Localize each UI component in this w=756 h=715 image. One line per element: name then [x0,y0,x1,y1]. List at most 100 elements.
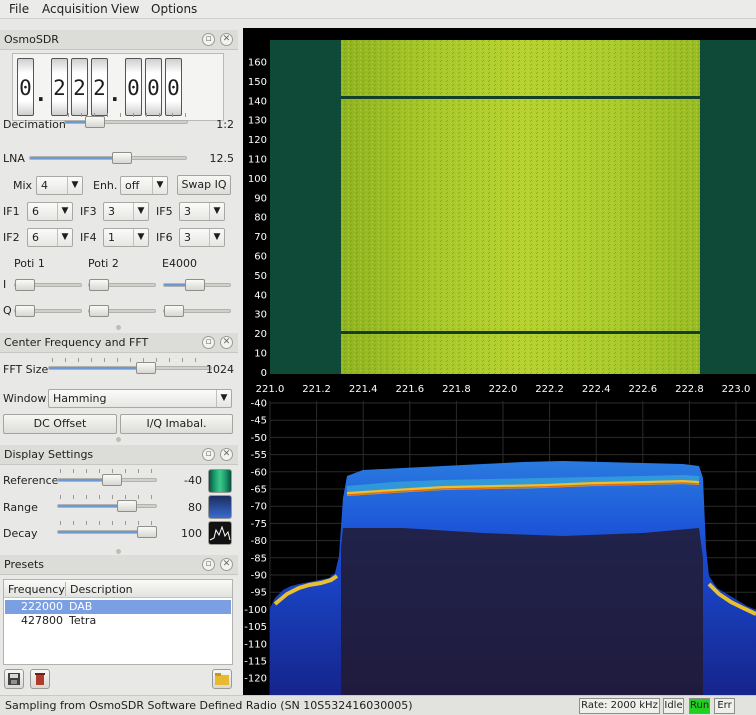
window-select[interactable]: Hamming ▼ [48,389,232,408]
freq-digit[interactable]: 0 [145,58,162,116]
swap-iq-button[interactable]: Swap IQ [177,175,231,195]
spectrum-y-tick-label: -50 [251,433,267,444]
close-icon[interactable]: ✕ [220,448,233,461]
spectrum-fill-icon[interactable] [208,495,232,519]
spectrum-floor-shadow [341,528,703,695]
column-divider [65,582,66,596]
window-label: Window [3,392,47,405]
freq-digit[interactable]: 2 [51,58,68,116]
dc-offset-button[interactable]: DC Offset [3,414,117,434]
close-icon[interactable]: ✕ [220,558,233,571]
iq-imbalance-button[interactable]: I/Q Imabal. [120,414,233,434]
delete-icon[interactable] [30,669,50,689]
if6-select[interactable]: 3 ▼ [179,228,225,247]
if2-select[interactable]: 6 ▼ [27,228,73,247]
preset-row[interactable]: 222000 DAB [5,600,231,614]
spectrum-y-tick-label: -45 [251,416,267,427]
enh-select-value: off [125,179,140,192]
freq-digit[interactable]: 0 [165,58,182,116]
presets-dock-title-bar[interactable]: Presets ▫ ✕ [0,555,238,575]
menu-file[interactable]: File [9,2,29,16]
save-icon[interactable] [4,669,24,689]
range-slider-handle[interactable] [117,500,137,512]
lna-slider-fill [30,157,123,159]
waterfall-y-tick-label: 100 [248,174,267,185]
if4-label: IF4 [80,231,97,244]
splitter-grip[interactable] [116,549,121,554]
if4-select[interactable]: 1 ▼ [103,228,149,247]
spectrum-line-icon[interactable] [208,521,232,545]
waterfall-x-tick-label: 221.4 [349,384,378,395]
float-icon[interactable]: ▫ [202,336,215,349]
mix-select[interactable]: 4 ▼ [36,176,83,195]
splitter-grip[interactable] [116,437,121,442]
menu-acquisition[interactable]: Acquisition [42,2,108,16]
range-value: 80 [188,501,202,514]
poti2-i-handle[interactable] [89,279,109,291]
waterfall-dropout-line [341,96,700,99]
decimation-slider[interactable] [64,120,188,124]
presets-table: Frequency Description 222000 DAB 427800 … [3,579,233,665]
waterfall-colormap-icon[interactable] [208,469,232,493]
display-dock-title-bar[interactable]: Display Settings ▫ ✕ [0,445,238,465]
preset-row[interactable]: 427800 Tetra [5,614,231,628]
freq-digit[interactable]: 0 [17,58,34,116]
waterfall-y-tick-label: 60 [254,252,267,263]
waterfall-y-tick-label: 40 [254,290,267,301]
poti1-q-handle[interactable] [15,305,35,317]
spectrum-y-tick-label: -55 [251,450,267,461]
row-q-label: Q [3,304,12,317]
float-icon[interactable]: ▫ [202,558,215,571]
sample-rate-indicator: Rate: 2000 kHz [579,698,660,714]
decimation-slider-handle[interactable] [85,116,105,128]
poti1-i-handle[interactable] [15,279,35,291]
frequency-display: 0 . 2 2 2 . 0 0 0 [12,53,224,121]
center-dock-title-bar[interactable]: Center Frequency and FFT ▫ ✕ [0,333,238,353]
poti2-q-handle[interactable] [89,305,109,317]
range-slider[interactable] [57,504,157,508]
if3-select[interactable]: 3 ▼ [103,202,149,221]
menu-view[interactable]: View [111,2,139,16]
freq-digit[interactable]: 0 [125,58,142,116]
if1-select[interactable]: 6 ▼ [27,202,73,221]
waterfall-y-tick-label: 90 [254,193,267,204]
waterfall-noise-left [270,40,341,374]
freq-digit[interactable]: 2 [71,58,88,116]
close-icon[interactable]: ✕ [220,336,233,349]
column-description[interactable]: Description [70,583,133,596]
osmosdr-dock-title-bar[interactable]: OsmoSDR ▫ ✕ [0,30,238,50]
e4000-i-handle[interactable] [185,279,205,291]
e4000-q-handle[interactable] [164,305,184,317]
reference-ticks [60,469,154,473]
close-icon[interactable]: ✕ [220,33,233,46]
spectrum-y-tick-label: -95 [251,588,267,599]
float-icon[interactable]: ▫ [202,448,215,461]
open-folder-icon[interactable] [212,669,232,689]
fft-size-slider[interactable] [48,366,212,370]
freq-digit[interactable]: 2 [91,58,108,116]
if5-select[interactable]: 3 ▼ [179,202,225,221]
row-i-label: I [3,278,7,291]
reference-slider-handle[interactable] [102,474,122,486]
enh-select[interactable]: off ▼ [120,176,168,195]
menu-options[interactable]: Options [151,2,197,16]
waterfall-y-tick-label: 150 [248,77,267,88]
decay-slider-handle[interactable] [137,526,157,538]
plot-svg: 1601501401301201101009080706050403020100… [244,40,756,695]
lna-slider-handle[interactable] [112,152,132,164]
if1-value: 6 [32,205,39,218]
waterfall-x-tick-label: 221.0 [256,384,285,395]
waterfall-y-tick-label: 160 [248,58,267,69]
if6-value: 3 [184,231,191,244]
spectrum-y-tick-label: -60 [251,467,267,478]
float-icon[interactable]: ▫ [202,33,215,46]
center-dock-title: Center Frequency and FFT [4,336,149,349]
fft-size-slider-handle[interactable] [136,362,156,374]
waterfall-y-tick-label: 110 [248,155,267,166]
plot-area: 160 150 140 130 120 110 100 90 80 70 60 50 40 30 20 10 0… [243,28,756,695]
waterfall-y-tick-label: 30 [254,310,267,321]
lna-slider[interactable] [29,156,187,160]
splitter-grip[interactable] [116,325,121,330]
waterfall-x-tick-label: 222.6 [628,384,657,395]
column-frequency[interactable]: Frequency [8,583,65,596]
